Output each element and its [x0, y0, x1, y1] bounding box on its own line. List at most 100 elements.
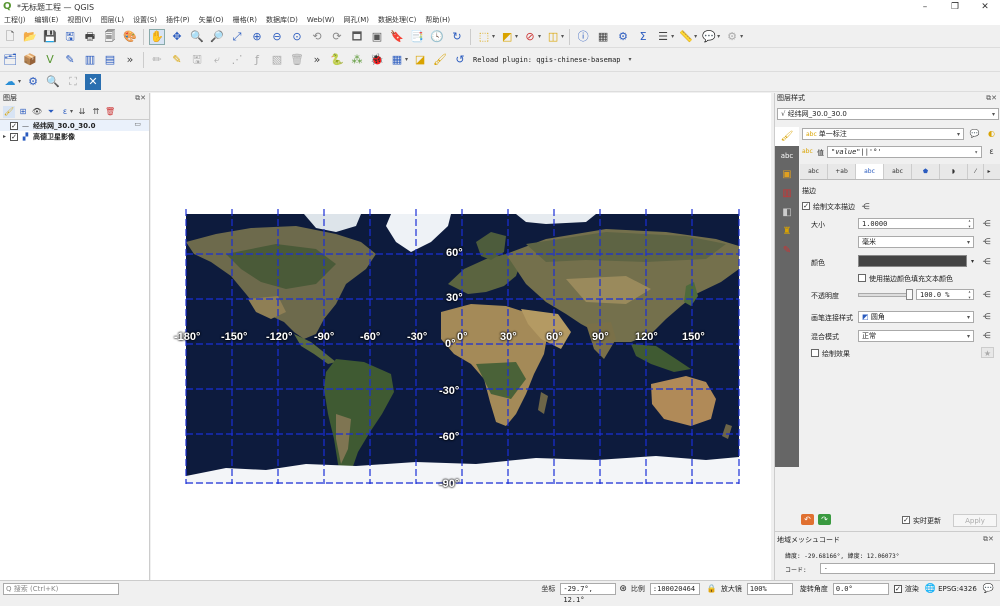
search-icon[interactable]: 🔍	[45, 74, 61, 90]
diagrams-tab-icon[interactable]: ◧	[775, 203, 799, 222]
fill-buffer-checkbox[interactable]	[858, 274, 866, 282]
dropdown-arrow-icon[interactable]: ▾	[18, 78, 21, 85]
expression-icon[interactable]: ε	[985, 146, 998, 157]
data-defined-icon[interactable]: ⋲	[980, 256, 993, 267]
minimize-button[interactable]: –	[910, 0, 940, 14]
crop-icon[interactable]: ⛶	[65, 74, 81, 90]
pan-tool-icon[interactable]: ✋	[149, 28, 165, 45]
grid-plugin-icon[interactable]: ▦	[389, 52, 405, 68]
opacity-input[interactable]: 100.0 % ▴ ▾	[916, 289, 974, 301]
scale-combo[interactable]: :100020464	[649, 582, 700, 595]
plugin-icon[interactable]: ⁂	[349, 52, 365, 68]
new-map-view-icon[interactable]: 🗖	[349, 29, 365, 45]
more-tools-icon[interactable]: »	[122, 52, 138, 68]
globe-icon[interactable]: 🌐	[925, 584, 936, 594]
mask-tab-icon[interactable]: ▣	[775, 165, 799, 184]
data-defined-icon[interactable]: ⋲	[859, 201, 872, 212]
data-source-manager-icon[interactable]: 🗂	[2, 52, 18, 68]
menu-help[interactable]: 帮助(H)	[425, 15, 450, 25]
menu-raster[interactable]: 栅格(R)	[233, 15, 257, 25]
modify-attributes-icon[interactable]: ƒ	[249, 52, 265, 68]
dropdown-arrow-icon[interactable]: ▾	[740, 33, 743, 40]
chart-plugin-icon[interactable]: ◪	[412, 52, 428, 68]
data-defined-icon[interactable]: ⋲	[980, 311, 993, 322]
open-styling-icon[interactable]: 🖌	[3, 105, 15, 118]
tab-text[interactable]: abc	[800, 164, 828, 179]
panel-controls-icon[interactable]: ⧉✕	[986, 93, 997, 104]
label-settings-icon[interactable]: 💬	[968, 128, 981, 139]
layer-visibility-checkbox[interactable]: ✓	[10, 132, 18, 141]
remove-layer-icon[interactable]: 🗑	[104, 106, 116, 118]
opacity-slider-handle[interactable]	[906, 289, 913, 300]
locator-search-input[interactable]: Q 搜索 (Ctrl+K)	[3, 582, 119, 595]
mesh-code-field[interactable]: -	[820, 563, 995, 574]
layer-select-combo[interactable]: √ 经纬网_30.0_30.0 ▾	[777, 108, 999, 120]
blend-mode-combo[interactable]: 正常 ▾	[858, 330, 974, 342]
paint-tab-icon[interactable]: ✎	[775, 241, 799, 260]
menu-database[interactable]: 数据库(D)	[266, 15, 298, 25]
add-raster-icon[interactable]: ▤	[102, 52, 118, 68]
effects-settings-icon[interactable]: ★	[981, 347, 994, 358]
layer-item[interactable]: ✓ — 经纬网_30.0_30.0 ▭	[0, 120, 149, 131]
save-as-icon[interactable]: 🖫	[62, 29, 78, 45]
panel-controls-icon[interactable]: ⧉✕	[983, 535, 994, 544]
data-defined-icon[interactable]: ⋲	[980, 236, 993, 247]
delete-selected-icon[interactable]: ▧	[269, 52, 285, 68]
tab-shadow[interactable]: ◗	[940, 164, 968, 179]
dropdown-arrow-icon[interactable]: ▾	[538, 33, 541, 40]
deselect-icon[interactable]: ⊘	[522, 29, 538, 45]
pencil-icon[interactable]: ✎	[169, 52, 185, 68]
zoom-layer-icon[interactable]: ⊖	[269, 29, 285, 45]
select-by-value-icon[interactable]: ◩	[499, 29, 515, 45]
tab-scroll-right[interactable]: ▸	[984, 164, 994, 179]
filter-legend-icon[interactable]: ⏷	[45, 106, 57, 118]
spinner-icon[interactable]: ▴ ▾	[968, 289, 971, 301]
labels-tab-icon[interactable]: abc	[775, 146, 799, 165]
menu-view[interactable]: 视图(V)	[67, 15, 91, 25]
annotation-icon[interactable]: ⚙	[724, 29, 740, 45]
draw-effects-checkbox[interactable]	[811, 349, 819, 357]
menu-plugins[interactable]: 插件(P)	[166, 15, 190, 25]
symbology-tab-icon[interactable]: 🖌	[775, 127, 799, 146]
layer-indicator-icon[interactable]: ▭	[134, 120, 141, 128]
tab-buffer[interactable]: abc	[856, 164, 884, 179]
expand-arrow-icon[interactable]: ▸	[3, 133, 10, 140]
dropdown-arrow-icon[interactable]: ▾	[515, 33, 518, 40]
manage-visibility-icon[interactable]: 👁	[31, 106, 43, 118]
size-input[interactable]: 1.0000 ▴ ▾	[858, 218, 974, 230]
3d-view-tab-icon[interactable]: ▥	[775, 184, 799, 203]
add-vector-icon[interactable]: V	[42, 52, 58, 68]
zoom-native-icon[interactable]: ⊙	[289, 29, 305, 45]
menu-web[interactable]: Web(W)	[307, 16, 335, 24]
apply-button[interactable]: Apply	[953, 514, 997, 527]
menu-processing[interactable]: 数据处理(C)	[378, 15, 416, 25]
measure-icon[interactable]: 📏	[678, 29, 694, 45]
messages-icon[interactable]: 💬	[983, 584, 994, 594]
dropdown-arrow-icon[interactable]: ▾	[717, 33, 720, 40]
value-expression-field[interactable]: "value"||'°' ▾	[827, 146, 982, 158]
map-canvas[interactable]: -180° -150° -120° -90° -60° -30° 0° 30° …	[151, 93, 771, 580]
dropdown-arrow-icon[interactable]: ▾	[70, 108, 73, 115]
new-project-icon[interactable]: 🗋	[2, 29, 18, 45]
lock-scale-icon[interactable]: 🔒	[707, 584, 717, 593]
zoom-next-icon[interactable]: ⟳	[329, 29, 345, 45]
dropdown-arrow-icon[interactable]: ▾	[492, 33, 495, 40]
color-button[interactable]	[858, 255, 967, 267]
draw-buffer-checkbox[interactable]: ✓	[802, 202, 810, 210]
zoom-full-icon[interactable]: ⤢	[229, 29, 245, 45]
reload-plugin-label[interactable]: Reload plugin: qgis-chinese-basemap	[473, 56, 621, 64]
rotation-field[interactable]: 0.0°	[832, 582, 889, 595]
add-wms-icon[interactable]: ▥	[82, 52, 98, 68]
dropdown-arrow-icon[interactable]: ▾	[671, 33, 674, 40]
menu-project[interactable]: 工程(J)	[4, 15, 26, 25]
dropdown-arrow-icon[interactable]: ▾	[405, 56, 408, 63]
opacity-slider[interactable]	[858, 293, 913, 297]
data-defined-icon[interactable]: ⋲	[980, 330, 993, 341]
menu-edit[interactable]: 编辑(E)	[35, 15, 59, 25]
label-mode-combo[interactable]: abc 单一标注 ▾	[802, 128, 964, 140]
undo-icon[interactable]: ↶	[801, 514, 814, 525]
reload-plugin-icon[interactable]: ↺	[452, 52, 468, 68]
expand-all-icon[interactable]: ⇊	[76, 106, 88, 118]
zoom-out-icon[interactable]: 🔎	[209, 29, 225, 45]
layer-visibility-checkbox[interactable]: ✓	[10, 121, 18, 130]
